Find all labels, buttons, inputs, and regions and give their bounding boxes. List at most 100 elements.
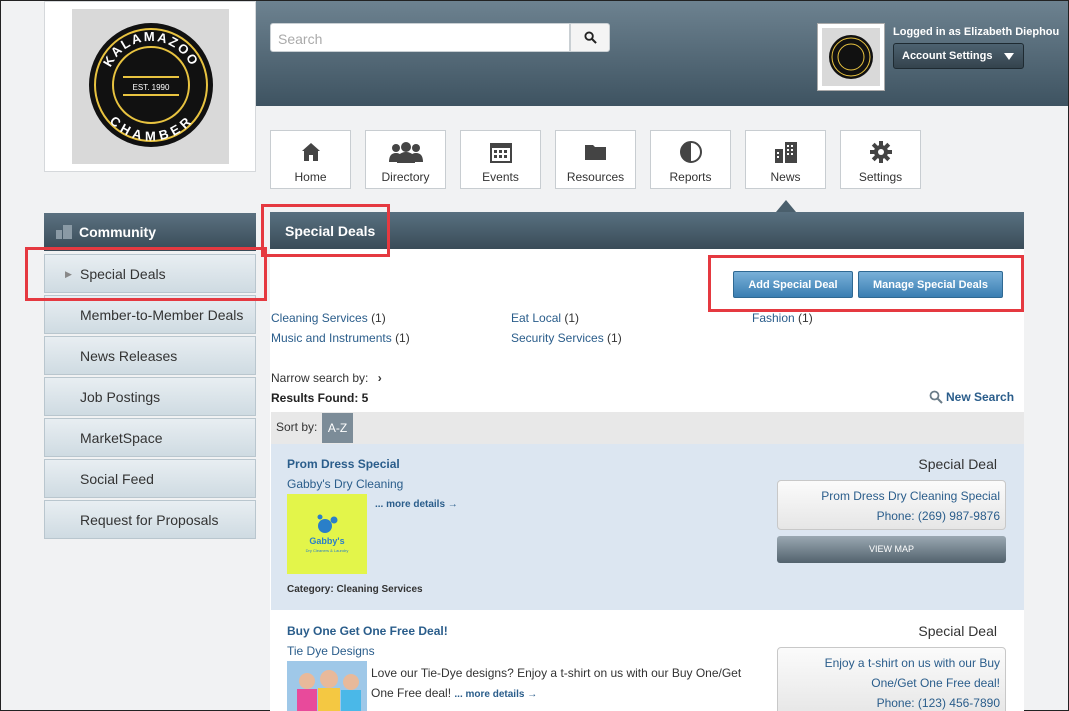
new-search-link[interactable]: New Search <box>929 390 1014 404</box>
sidebar-item-social-feed[interactable]: Social Feed <box>44 459 256 498</box>
account-avatar[interactable] <box>817 23 885 91</box>
highlight-box <box>708 255 1024 312</box>
description-text: Love our Tie-Dye designs? Enjoy a t-shir… <box>371 666 742 700</box>
search-button[interactable] <box>570 23 610 52</box>
sort-az-button[interactable]: A-Z <box>322 413 353 443</box>
gear-icon <box>869 141 892 163</box>
listing-item: Prom Dress Special Gabby's Dry Cleaning … <box>271 444 1024 610</box>
svg-text:Dry Cleaners & Laundry: Dry Cleaners & Laundry <box>306 548 349 553</box>
caret-down-icon <box>1004 53 1014 60</box>
nav-tile-directory[interactable]: Directory <box>365 130 446 189</box>
chevron-right-icon: › <box>377 371 382 385</box>
category-link[interactable]: Eat Local (1) <box>511 311 579 325</box>
category-name: Music and Instruments <box>271 331 392 345</box>
nav-tile-settings[interactable]: Settings <box>840 130 921 189</box>
chamber-logo-frame: KALAMAZOO CHAMBER EST. 1990 <box>44 1 256 172</box>
people-icon <box>388 142 423 163</box>
sidebar-item-label: Member-to-Member Deals <box>80 307 244 323</box>
results-count: Results Found: 5 <box>271 391 369 405</box>
search-icon <box>929 390 943 404</box>
narrow-search-label: Narrow search by: <box>271 371 369 385</box>
new-search-label: New Search <box>946 390 1015 404</box>
highlight-box <box>25 247 267 301</box>
building-small-icon <box>56 225 72 239</box>
chamber-seal-small-icon <box>829 35 873 79</box>
business-logo[interactable]: Gabby's Dry Cleaners & Laundry <box>287 494 367 574</box>
sidebar-item-label: MarketSpace <box>80 430 163 446</box>
narrow-search-toggle[interactable]: Narrow search by: › <box>271 371 382 385</box>
view-map-button[interactable]: VIEW MAP <box>777 536 1006 563</box>
nav-label: Home <box>294 170 327 184</box>
listing-contact-card: Enjoy a t-shirt on us with our Buy One/G… <box>777 647 1006 711</box>
nav-tile-news[interactable]: News <box>745 130 826 189</box>
listing-contact-card: Prom Dress Dry Cleaning Special Phone: (… <box>777 480 1006 530</box>
listing-description: Love our Tie-Dye designs? Enjoy a t-shir… <box>371 663 751 705</box>
listing-category: Category: Cleaning Services <box>287 584 423 595</box>
nav-label: Resources <box>566 170 625 184</box>
category-count: (1) <box>607 331 622 345</box>
card-title[interactable]: Prom Dress Dry Cleaning Special <box>783 486 1000 506</box>
nav-label: Settings <box>858 170 903 184</box>
listing-title[interactable]: Buy One Get One Free Deal! <box>287 624 448 638</box>
category-link[interactable]: Security Services (1) <box>511 331 622 345</box>
sidebar-item-label: News Releases <box>80 348 178 364</box>
calendar-icon <box>489 143 512 163</box>
listing-type: Special Deal <box>918 623 997 639</box>
category-name: Eat Local <box>511 311 562 325</box>
search-icon <box>583 31 597 44</box>
more-details-link[interactable]: ... more details → <box>454 689 537 700</box>
nav-tile-reports[interactable]: Reports <box>650 130 731 189</box>
card-phone: Phone: (123) 456-7890 <box>876 696 1000 710</box>
kids-photo-icon <box>287 661 367 711</box>
sidebar-item-label: Request for Proposals <box>80 512 219 528</box>
card-phone: Phone: (269) 987-9876 <box>876 509 1000 523</box>
logged-in-text: Logged in as Elizabeth Diephou <box>893 26 1060 38</box>
bubbles-icon: Gabby's Dry Cleaners & Laundry <box>306 514 349 553</box>
account-settings-button[interactable]: Account Settings <box>893 43 1024 69</box>
sort-bar: Sort by: A-Z <box>271 412 1024 444</box>
sort-label: Sort by: <box>276 420 318 434</box>
card-title[interactable]: Enjoy a t-shirt on us with our Buy One/G… <box>783 653 1000 693</box>
nav-label: Events <box>482 170 519 184</box>
listing-title[interactable]: Prom Dress Special <box>287 457 400 471</box>
category-name: Fashion <box>752 311 795 325</box>
nav-label: Reports <box>669 170 712 184</box>
category-link[interactable]: Fashion (1) <box>752 311 813 325</box>
category-link[interactable]: Music and Instruments (1) <box>271 331 410 345</box>
nav-tile-events[interactable]: Events <box>460 130 541 189</box>
sidebar-item-marketspace[interactable]: MarketSpace <box>44 418 256 457</box>
category-name: Cleaning Services <box>271 311 368 325</box>
building-icon <box>774 142 797 163</box>
category-count: (1) <box>395 331 410 345</box>
category-count: (1) <box>798 311 813 325</box>
sidebar-item-rfp[interactable]: Request for Proposals <box>44 500 256 539</box>
home-icon <box>301 143 320 161</box>
svg-text:Gabby's: Gabby's <box>309 536 344 546</box>
pie-chart-icon <box>679 141 702 163</box>
sidebar-item-label: Job Postings <box>80 389 161 405</box>
highlight-box <box>261 204 390 257</box>
sidebar-title: Community <box>79 224 156 240</box>
active-nav-pointer <box>776 200 796 212</box>
nav-tile-home[interactable]: Home <box>270 130 351 189</box>
sidebar-header-community: Community <box>44 213 256 251</box>
listing-business[interactable]: Tie Dye Designs <box>287 644 375 658</box>
search-input[interactable]: Search <box>270 23 570 52</box>
account-settings-label: Account Settings <box>902 50 993 62</box>
category-name: Security Services <box>511 331 604 345</box>
category-count: (1) <box>371 311 386 325</box>
chamber-seal-icon: KALAMAZOO CHAMBER EST. 1990 <box>89 23 213 147</box>
chamber-logo[interactable]: KALAMAZOO CHAMBER EST. 1990 <box>72 9 229 164</box>
business-photo[interactable] <box>287 661 367 711</box>
more-details-link[interactable]: ... more details → <box>375 499 458 510</box>
folder-icon <box>584 145 606 160</box>
sidebar-item-job-postings[interactable]: Job Postings <box>44 377 256 416</box>
category-count: (1) <box>564 311 580 325</box>
category-link[interactable]: Cleaning Services (1) <box>271 311 386 325</box>
listing-type: Special Deal <box>918 456 997 472</box>
nav-tile-resources[interactable]: Resources <box>555 130 636 189</box>
nav-label: Directory <box>381 170 430 184</box>
sidebar-item-news-releases[interactable]: News Releases <box>44 336 256 375</box>
listing-business[interactable]: Gabby's Dry Cleaning <box>287 477 403 491</box>
listing-item: Buy One Get One Free Deal! Tie Dye Desig… <box>271 611 1024 711</box>
